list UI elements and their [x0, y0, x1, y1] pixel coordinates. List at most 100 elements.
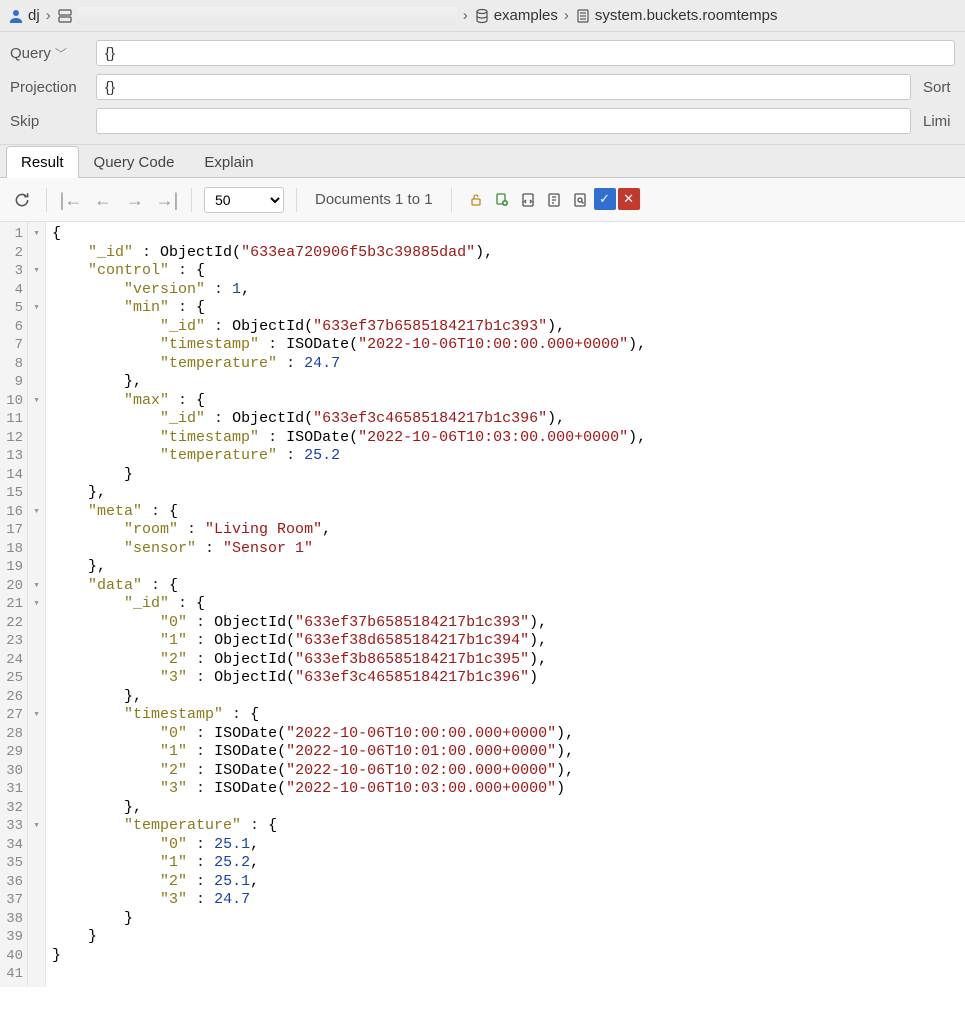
line-number: 36: [0, 873, 27, 892]
tab-result[interactable]: Result: [6, 146, 79, 178]
fold-spacer: [28, 928, 45, 947]
code-line[interactable]: }: [52, 928, 646, 947]
doc-search-icon[interactable]: [568, 188, 592, 212]
fold-spacer: [28, 688, 45, 707]
code-line[interactable]: "0" : 25.1,: [52, 836, 646, 855]
chevron-right-icon: ›: [564, 7, 569, 24]
breadcrumb-connection[interactable]: [57, 7, 457, 25]
page-size-select[interactable]: 50: [204, 187, 284, 213]
breadcrumb-user[interactable]: dj: [8, 7, 40, 24]
fold-toggle-icon[interactable]: ▾: [28, 299, 45, 318]
code-line[interactable]: "control" : {: [52, 262, 646, 281]
breadcrumb: dj › › examples › system.buckets.roomtem…: [0, 0, 965, 32]
code-line[interactable]: {: [52, 225, 646, 244]
skip-input[interactable]: [96, 108, 911, 134]
code-line[interactable]: "sensor" : "Sensor 1": [52, 540, 646, 559]
fold-toggle-icon[interactable]: ▾: [28, 225, 45, 244]
fold-toggle-icon[interactable]: ▾: [28, 262, 45, 281]
line-number: 41: [0, 965, 27, 984]
projection-label: Projection: [10, 79, 90, 96]
code-line[interactable]: "room" : "Living Room",: [52, 521, 646, 540]
code-line[interactable]: "max" : {: [52, 392, 646, 411]
fold-spacer: [28, 762, 45, 781]
code-line[interactable]: "1" : 25.2,: [52, 854, 646, 873]
line-number: 14: [0, 466, 27, 485]
tab-explain[interactable]: Explain: [189, 146, 268, 178]
close-button[interactable]: ✕: [618, 188, 640, 210]
code-line[interactable]: "_id" : ObjectId("633ef3c46585184217b1c3…: [52, 410, 646, 429]
check-button[interactable]: ✓: [594, 188, 616, 210]
code-lines[interactable]: { "_id" : ObjectId("633ea720906f5b3c3988…: [46, 222, 646, 987]
fold-spacer: [28, 521, 45, 540]
fold-toggle-icon[interactable]: ▾: [28, 706, 45, 725]
code-line[interactable]: "0" : ISODate("2022-10-06T10:00:00.000+0…: [52, 725, 646, 744]
breadcrumb-collection[interactable]: system.buckets.roomtemps: [575, 7, 778, 24]
code-line[interactable]: "3" : 24.7: [52, 891, 646, 910]
code-line[interactable]: "timestamp" : ISODate("2022-10-06T10:03:…: [52, 429, 646, 448]
nav-first-button[interactable]: |←: [59, 188, 83, 212]
code-line[interactable]: "temperature" : {: [52, 817, 646, 836]
breadcrumb-db[interactable]: examples: [474, 7, 558, 24]
doc-edit-icon[interactable]: [542, 188, 566, 212]
fold-toggle-icon[interactable]: ▾: [28, 503, 45, 522]
projection-input[interactable]: [96, 74, 911, 100]
code-line[interactable]: },: [52, 558, 646, 577]
code-line[interactable]: "_id" : {: [52, 595, 646, 614]
nav-next-button[interactable]: →: [123, 188, 147, 212]
code-line[interactable]: "meta" : {: [52, 503, 646, 522]
code-line[interactable]: "_id" : ObjectId("633ea720906f5b3c39885d…: [52, 244, 646, 263]
code-line[interactable]: "0" : ObjectId("633ef37b6585184217b1c393…: [52, 614, 646, 633]
code-line[interactable]: },: [52, 484, 646, 503]
fold-spacer: [28, 558, 45, 577]
code-line[interactable]: }: [52, 947, 646, 966]
code-line[interactable]: },: [52, 799, 646, 818]
nav-prev-button[interactable]: ←: [91, 188, 115, 212]
line-number: 34: [0, 836, 27, 855]
code-line[interactable]: },: [52, 688, 646, 707]
unlock-icon[interactable]: [464, 188, 488, 212]
line-number: 39: [0, 928, 27, 947]
code-line[interactable]: "2" : 25.1,: [52, 873, 646, 892]
line-number: 10: [0, 392, 27, 411]
fold-toggle-icon[interactable]: ▾: [28, 577, 45, 596]
fold-spacer: [28, 725, 45, 744]
code-line[interactable]: }: [52, 910, 646, 929]
doc-add-icon[interactable]: [490, 188, 514, 212]
code-line[interactable]: "data" : {: [52, 577, 646, 596]
user-icon: [8, 8, 24, 24]
doc-code-icon[interactable]: [516, 188, 540, 212]
fold-toggle-icon[interactable]: ▾: [28, 392, 45, 411]
line-number: 18: [0, 540, 27, 559]
fold-toggle-icon[interactable]: ▾: [28, 817, 45, 836]
query-input[interactable]: [96, 40, 955, 66]
code-line[interactable]: "1" : ISODate("2022-10-06T10:01:00.000+0…: [52, 743, 646, 762]
line-number: 35: [0, 854, 27, 873]
code-line[interactable]: "1" : ObjectId("633ef38d6585184217b1c394…: [52, 632, 646, 651]
code-line[interactable]: "version" : 1,: [52, 281, 646, 300]
fold-spacer: [28, 410, 45, 429]
document-count: Documents 1 to 1: [315, 191, 433, 208]
code-line[interactable]: "timestamp" : {: [52, 706, 646, 725]
limit-label: Limi: [917, 113, 955, 130]
code-line[interactable]: },: [52, 373, 646, 392]
refresh-button[interactable]: [10, 188, 34, 212]
code-line[interactable]: }: [52, 466, 646, 485]
chevron-down-icon[interactable]: ﹀: [55, 45, 67, 62]
code-line[interactable]: "3" : ObjectId("633ef3c46585184217b1c396…: [52, 669, 646, 688]
fold-spacer: [28, 965, 45, 984]
fold-toggle-icon[interactable]: ▾: [28, 595, 45, 614]
nav-last-button[interactable]: →|: [155, 188, 179, 212]
code-line[interactable]: "min" : {: [52, 299, 646, 318]
code-line[interactable]: "temperature" : 25.2: [52, 447, 646, 466]
code-line[interactable]: "2" : ObjectId("633ef3b86585184217b1c395…: [52, 651, 646, 670]
code-line[interactable]: [52, 965, 646, 984]
tab-query-code[interactable]: Query Code: [79, 146, 190, 178]
code-line[interactable]: "3" : ISODate("2022-10-06T10:03:00.000+0…: [52, 780, 646, 799]
code-line[interactable]: "2" : ISODate("2022-10-06T10:02:00.000+0…: [52, 762, 646, 781]
code-line[interactable]: "temperature" : 24.7: [52, 355, 646, 374]
line-number: 6: [0, 318, 27, 337]
fold-gutter[interactable]: ▾▾▾▾▾▾▾▾▾: [28, 222, 46, 987]
fold-spacer: [28, 669, 45, 688]
code-line[interactable]: "_id" : ObjectId("633ef37b6585184217b1c3…: [52, 318, 646, 337]
code-line[interactable]: "timestamp" : ISODate("2022-10-06T10:00:…: [52, 336, 646, 355]
